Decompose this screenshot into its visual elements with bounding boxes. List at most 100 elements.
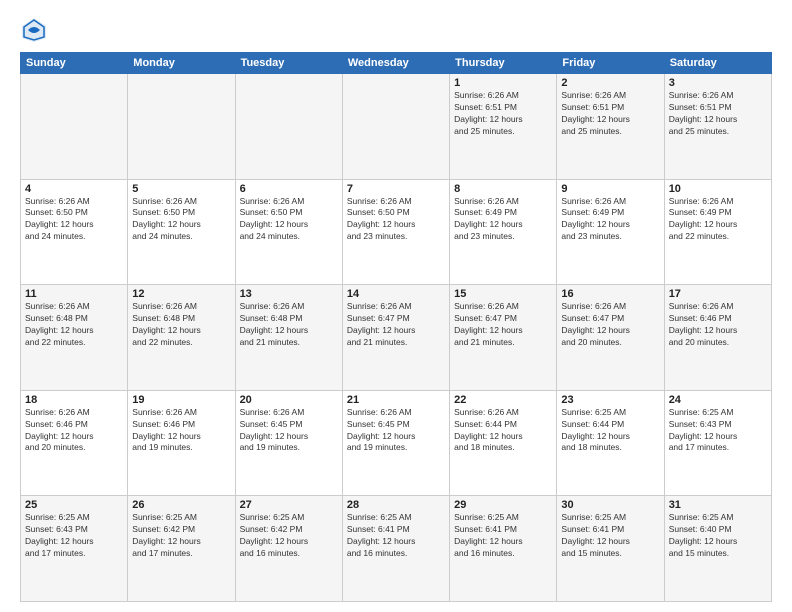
day-number: 13 xyxy=(240,288,338,300)
calendar-cell: 24Sunrise: 6:25 AM Sunset: 6:43 PM Dayli… xyxy=(664,390,771,496)
calendar-cell xyxy=(128,74,235,180)
day-number: 5 xyxy=(132,183,230,195)
calendar-cell: 16Sunrise: 6:26 AM Sunset: 6:47 PM Dayli… xyxy=(557,285,664,391)
logo xyxy=(20,16,52,44)
day-info: Sunrise: 6:26 AM Sunset: 6:48 PM Dayligh… xyxy=(25,301,123,349)
day-number: 26 xyxy=(132,499,230,511)
calendar-cell: 5Sunrise: 6:26 AM Sunset: 6:50 PM Daylig… xyxy=(128,179,235,285)
day-info: Sunrise: 6:26 AM Sunset: 6:47 PM Dayligh… xyxy=(347,301,445,349)
calendar-cell: 21Sunrise: 6:26 AM Sunset: 6:45 PM Dayli… xyxy=(342,390,449,496)
calendar-week-row: 25Sunrise: 6:25 AM Sunset: 6:43 PM Dayli… xyxy=(21,496,772,602)
day-info: Sunrise: 6:26 AM Sunset: 6:51 PM Dayligh… xyxy=(669,90,767,138)
calendar-cell: 13Sunrise: 6:26 AM Sunset: 6:48 PM Dayli… xyxy=(235,285,342,391)
calendar-cell: 26Sunrise: 6:25 AM Sunset: 6:42 PM Dayli… xyxy=(128,496,235,602)
day-number: 8 xyxy=(454,183,552,195)
day-info: Sunrise: 6:26 AM Sunset: 6:45 PM Dayligh… xyxy=(347,407,445,455)
day-info: Sunrise: 6:25 AM Sunset: 6:42 PM Dayligh… xyxy=(240,512,338,560)
day-info: Sunrise: 6:25 AM Sunset: 6:42 PM Dayligh… xyxy=(132,512,230,560)
day-number: 12 xyxy=(132,288,230,300)
calendar-cell: 3Sunrise: 6:26 AM Sunset: 6:51 PM Daylig… xyxy=(664,74,771,180)
calendar-cell: 6Sunrise: 6:26 AM Sunset: 6:50 PM Daylig… xyxy=(235,179,342,285)
day-number: 7 xyxy=(347,183,445,195)
calendar-cell xyxy=(21,74,128,180)
day-info: Sunrise: 6:25 AM Sunset: 6:44 PM Dayligh… xyxy=(561,407,659,455)
day-info: Sunrise: 6:26 AM Sunset: 6:47 PM Dayligh… xyxy=(454,301,552,349)
calendar-cell: 25Sunrise: 6:25 AM Sunset: 6:43 PM Dayli… xyxy=(21,496,128,602)
calendar-cell: 15Sunrise: 6:26 AM Sunset: 6:47 PM Dayli… xyxy=(450,285,557,391)
day-number: 6 xyxy=(240,183,338,195)
day-number: 15 xyxy=(454,288,552,300)
day-info: Sunrise: 6:26 AM Sunset: 6:51 PM Dayligh… xyxy=(561,90,659,138)
calendar-day-header: Friday xyxy=(557,53,664,74)
calendar-table: SundayMondayTuesdayWednesdayThursdayFrid… xyxy=(20,52,772,602)
calendar-cell: 11Sunrise: 6:26 AM Sunset: 6:48 PM Dayli… xyxy=(21,285,128,391)
calendar-cell: 2Sunrise: 6:26 AM Sunset: 6:51 PM Daylig… xyxy=(557,74,664,180)
day-info: Sunrise: 6:26 AM Sunset: 6:45 PM Dayligh… xyxy=(240,407,338,455)
day-number: 1 xyxy=(454,77,552,89)
day-info: Sunrise: 6:26 AM Sunset: 6:46 PM Dayligh… xyxy=(25,407,123,455)
page: SundayMondayTuesdayWednesdayThursdayFrid… xyxy=(0,0,792,612)
day-info: Sunrise: 6:26 AM Sunset: 6:48 PM Dayligh… xyxy=(132,301,230,349)
calendar-cell: 31Sunrise: 6:25 AM Sunset: 6:40 PM Dayli… xyxy=(664,496,771,602)
calendar-cell xyxy=(342,74,449,180)
day-number: 18 xyxy=(25,394,123,406)
calendar-cell: 7Sunrise: 6:26 AM Sunset: 6:50 PM Daylig… xyxy=(342,179,449,285)
day-info: Sunrise: 6:25 AM Sunset: 6:43 PM Dayligh… xyxy=(669,407,767,455)
day-number: 17 xyxy=(669,288,767,300)
day-info: Sunrise: 6:26 AM Sunset: 6:44 PM Dayligh… xyxy=(454,407,552,455)
calendar-cell: 20Sunrise: 6:26 AM Sunset: 6:45 PM Dayli… xyxy=(235,390,342,496)
day-info: Sunrise: 6:26 AM Sunset: 6:48 PM Dayligh… xyxy=(240,301,338,349)
day-number: 2 xyxy=(561,77,659,89)
calendar-cell: 10Sunrise: 6:26 AM Sunset: 6:49 PM Dayli… xyxy=(664,179,771,285)
day-number: 21 xyxy=(347,394,445,406)
calendar-day-header: Sunday xyxy=(21,53,128,74)
day-info: Sunrise: 6:26 AM Sunset: 6:50 PM Dayligh… xyxy=(25,196,123,244)
calendar-cell: 1Sunrise: 6:26 AM Sunset: 6:51 PM Daylig… xyxy=(450,74,557,180)
day-info: Sunrise: 6:26 AM Sunset: 6:49 PM Dayligh… xyxy=(454,196,552,244)
day-info: Sunrise: 6:25 AM Sunset: 6:41 PM Dayligh… xyxy=(561,512,659,560)
day-number: 16 xyxy=(561,288,659,300)
calendar-week-row: 4Sunrise: 6:26 AM Sunset: 6:50 PM Daylig… xyxy=(21,179,772,285)
day-number: 20 xyxy=(240,394,338,406)
day-number: 25 xyxy=(25,499,123,511)
day-number: 19 xyxy=(132,394,230,406)
day-info: Sunrise: 6:26 AM Sunset: 6:49 PM Dayligh… xyxy=(669,196,767,244)
calendar-cell: 4Sunrise: 6:26 AM Sunset: 6:50 PM Daylig… xyxy=(21,179,128,285)
day-number: 30 xyxy=(561,499,659,511)
calendar-cell xyxy=(235,74,342,180)
calendar-day-header: Wednesday xyxy=(342,53,449,74)
day-number: 28 xyxy=(347,499,445,511)
calendar-cell: 8Sunrise: 6:26 AM Sunset: 6:49 PM Daylig… xyxy=(450,179,557,285)
calendar-cell: 27Sunrise: 6:25 AM Sunset: 6:42 PM Dayli… xyxy=(235,496,342,602)
day-info: Sunrise: 6:25 AM Sunset: 6:43 PM Dayligh… xyxy=(25,512,123,560)
day-info: Sunrise: 6:26 AM Sunset: 6:50 PM Dayligh… xyxy=(132,196,230,244)
day-info: Sunrise: 6:26 AM Sunset: 6:46 PM Dayligh… xyxy=(669,301,767,349)
calendar-cell: 30Sunrise: 6:25 AM Sunset: 6:41 PM Dayli… xyxy=(557,496,664,602)
day-number: 22 xyxy=(454,394,552,406)
logo-icon xyxy=(20,16,48,44)
calendar-cell: 29Sunrise: 6:25 AM Sunset: 6:41 PM Dayli… xyxy=(450,496,557,602)
calendar-day-header: Thursday xyxy=(450,53,557,74)
day-info: Sunrise: 6:26 AM Sunset: 6:50 PM Dayligh… xyxy=(347,196,445,244)
calendar-cell: 23Sunrise: 6:25 AM Sunset: 6:44 PM Dayli… xyxy=(557,390,664,496)
calendar-header-row: SundayMondayTuesdayWednesdayThursdayFrid… xyxy=(21,53,772,74)
day-number: 4 xyxy=(25,183,123,195)
header xyxy=(20,16,772,44)
day-number: 11 xyxy=(25,288,123,300)
day-number: 24 xyxy=(669,394,767,406)
day-number: 27 xyxy=(240,499,338,511)
calendar-cell: 12Sunrise: 6:26 AM Sunset: 6:48 PM Dayli… xyxy=(128,285,235,391)
calendar-day-header: Saturday xyxy=(664,53,771,74)
calendar-cell: 28Sunrise: 6:25 AM Sunset: 6:41 PM Dayli… xyxy=(342,496,449,602)
calendar-week-row: 18Sunrise: 6:26 AM Sunset: 6:46 PM Dayli… xyxy=(21,390,772,496)
calendar-week-row: 1 Sunrise: 6:26 AM Sunset: 6:51 PM Daylig… xyxy=(21,74,772,180)
calendar-cell: 17Sunrise: 6:26 AM Sunset: 6:46 PM Dayli… xyxy=(664,285,771,391)
calendar-cell: 18Sunrise: 6:26 AM Sunset: 6:46 PM Dayli… xyxy=(21,390,128,496)
calendar-day-header: Tuesday xyxy=(235,53,342,74)
day-info: Sunrise: 6:26 AM Sunset: 6:46 PM Dayligh… xyxy=(132,407,230,455)
day-info: Sunrise: 6:25 AM Sunset: 6:41 PM Dayligh… xyxy=(454,512,552,560)
calendar-cell: 22Sunrise: 6:26 AM Sunset: 6:44 PM Dayli… xyxy=(450,390,557,496)
day-number: 29 xyxy=(454,499,552,511)
day-info: Sunrise: 6:25 AM Sunset: 6:41 PM Dayligh… xyxy=(347,512,445,560)
calendar-cell: 14Sunrise: 6:26 AM Sunset: 6:47 PM Dayli… xyxy=(342,285,449,391)
